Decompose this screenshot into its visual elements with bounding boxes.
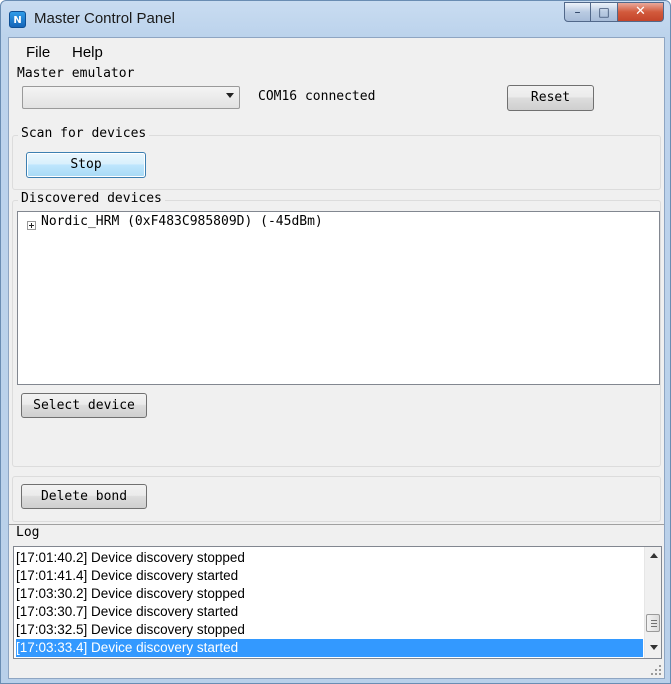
device-tree-item[interactable]: Nordic_HRM (0xF483C985809D) (-45dBm) — [18, 212, 658, 234]
client-area: File Help Master emulator COM16 connecte… — [8, 37, 665, 679]
grip-dot — [655, 669, 657, 671]
grip-dot — [651, 673, 653, 675]
application-window: N Master Control Panel – □ ✕ File Help M… — [0, 0, 671, 684]
close-button[interactable]: ✕ — [618, 2, 664, 22]
device-tree[interactable]: Nordic_HRM (0xF483C985809D) (-45dBm) — [17, 211, 660, 385]
log-label: Log — [13, 525, 43, 540]
select-device-button[interactable]: Select device — [21, 393, 147, 418]
log-scrollbar[interactable] — [644, 547, 661, 658]
log-line[interactable]: [17:03:30.7] Device discovery started — [16, 603, 238, 621]
grip-dot — [659, 673, 661, 675]
log-line[interactable]: [17:03:30.2] Device discovery stopped — [16, 585, 245, 603]
menu-file[interactable]: File — [26, 44, 50, 61]
log-line-selected[interactable]: [17:03:33.4] Device discovery started — [16, 639, 643, 657]
log-line[interactable]: [17:03:32.5] Device discovery stopped — [16, 621, 245, 639]
minimize-button[interactable]: – — [564, 2, 591, 22]
grip-line — [651, 626, 657, 627]
reset-button[interactable]: Reset — [507, 85, 594, 111]
emulator-combobox[interactable] — [22, 86, 240, 109]
grip-dot — [659, 669, 661, 671]
window-title: Master Control Panel — [34, 10, 175, 27]
chevron-down-icon — [226, 93, 234, 98]
app-logo-icon: N — [9, 11, 26, 28]
scroll-up-icon[interactable] — [650, 553, 658, 558]
delete-bond-button[interactable]: Delete bond — [21, 484, 147, 509]
log-line[interactable]: [17:01:40.2] Device discovery stopped — [16, 549, 245, 567]
discovered-group-label: Discovered devices — [18, 191, 165, 206]
caption-buttons: – □ ✕ — [564, 2, 664, 24]
grip-line — [651, 623, 657, 624]
resize-grip-icon[interactable] — [650, 664, 662, 676]
grip-line — [651, 620, 657, 621]
device-tree-item-label: Nordic_HRM (0xF483C985809D) (-45dBm) — [41, 214, 323, 229]
title-bar[interactable]: N Master Control Panel – □ ✕ — [1, 1, 670, 37]
stop-button[interactable]: Stop — [26, 152, 146, 178]
expand-icon[interactable] — [27, 221, 36, 230]
grip-dot — [655, 673, 657, 675]
log-list[interactable]: [17:01:40.2] Device discovery stopped [1… — [13, 546, 662, 659]
master-emulator-label: Master emulator — [14, 66, 138, 81]
log-line[interactable]: [17:01:41.4] Device discovery started — [16, 567, 238, 585]
menu-help[interactable]: Help — [72, 44, 103, 61]
grip-dot — [659, 665, 661, 667]
menu-bar: File Help — [9, 38, 664, 66]
scroll-down-icon[interactable] — [650, 645, 658, 650]
splitter[interactable] — [9, 524, 664, 525]
connection-status: COM16 connected — [258, 89, 376, 104]
scan-group-label: Scan for devices — [18, 126, 150, 141]
maximize-button[interactable]: □ — [591, 2, 618, 22]
scroll-thumb[interactable] — [646, 614, 660, 632]
